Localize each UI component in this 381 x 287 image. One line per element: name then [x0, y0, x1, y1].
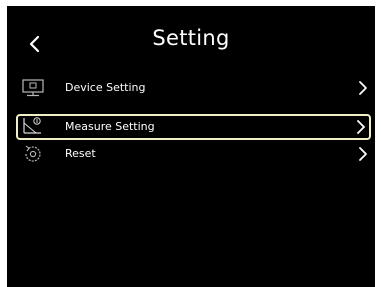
- menu-item-reset[interactable]: Reset: [16, 142, 371, 168]
- menu-item-label: Measure Setting: [65, 120, 155, 133]
- page-title: Setting: [152, 26, 230, 50]
- menu-item-measure-setting[interactable]: Measure Setting: [16, 114, 371, 140]
- reset-icon: [20, 144, 46, 164]
- menu-item-label: Reset: [65, 147, 96, 160]
- header: Setting: [7, 6, 375, 70]
- chevron-right-icon: [357, 79, 369, 97]
- monitor-icon: [20, 78, 46, 98]
- settings-screen: Setting Device Setting Measure Setting R…: [7, 6, 375, 287]
- measure-icon: [20, 116, 46, 136]
- menu-item-label: Device Setting: [65, 81, 146, 94]
- chevron-right-icon: [357, 145, 369, 163]
- menu-item-device-setting[interactable]: Device Setting: [16, 76, 371, 102]
- chevron-right-icon: [355, 118, 367, 136]
